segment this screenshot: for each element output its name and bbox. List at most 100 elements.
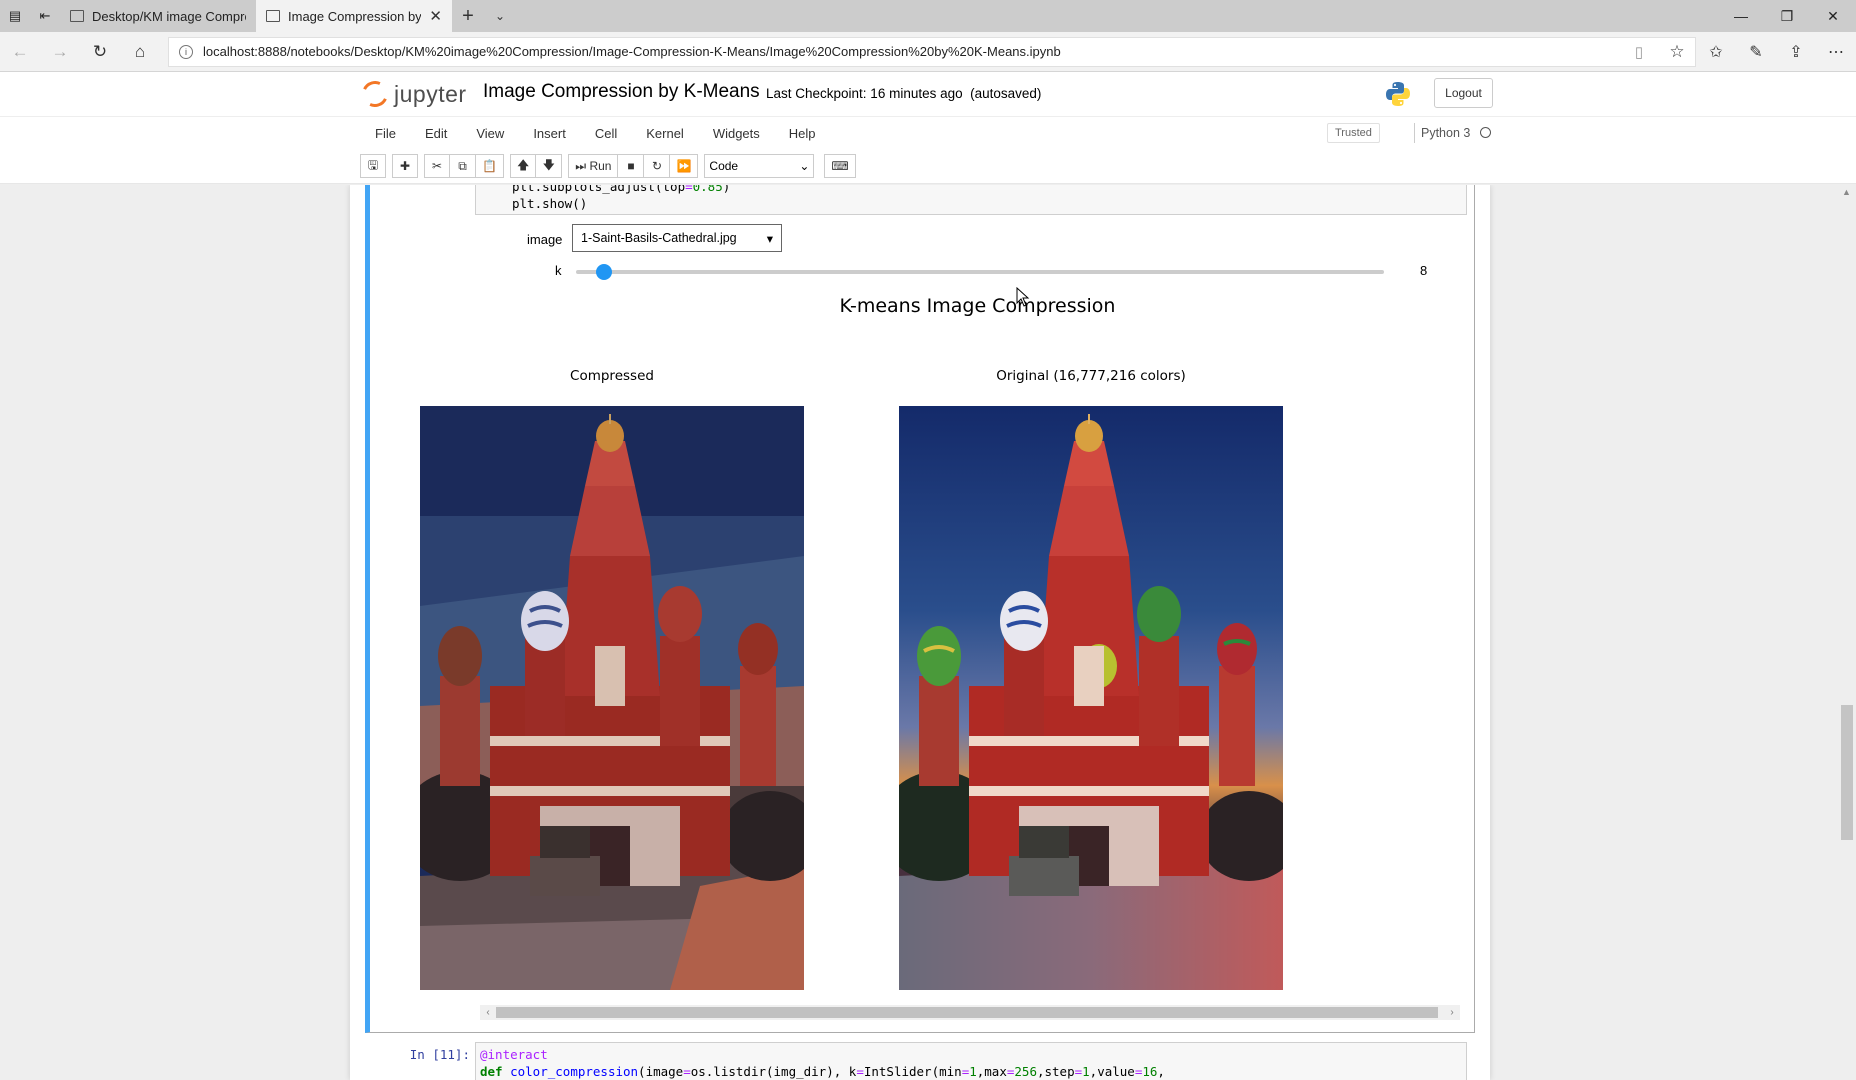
page-vertical-scrollbar[interactable]: ▲ — [1838, 185, 1856, 1080]
image-dropdown[interactable]: 1-Saint-Basils-Cathedral.jpg ▾ — [572, 224, 782, 252]
jupyter-logo-icon — [358, 77, 392, 111]
jupyter-header: jupyter Image Compression by K-Means Las… — [0, 72, 1856, 116]
minimize-icon[interactable]: — — [1718, 0, 1764, 32]
notebook-title[interactable]: Image Compression by K-Means — [483, 81, 760, 103]
refresh-icon[interactable]: ↻ — [80, 32, 120, 72]
notebook-page: plt.subplots_adjust(top=0.85) plt.show()… — [350, 185, 1490, 1080]
save-icon[interactable]: 🖫 — [360, 154, 386, 178]
menu-list: File Edit View Insert Cell Kernel Widget… — [360, 117, 1494, 150]
more-icon[interactable]: ⋯ — [1816, 32, 1856, 72]
output-horizontal-scrollbar[interactable]: ‹ › — [480, 1005, 1460, 1020]
original-image — [899, 406, 1283, 990]
jupyter-menubar: File Edit View Insert Cell Kernel Widget… — [0, 117, 1856, 150]
address-bar-row: ← → ↻ ⌂ i localhost:8888/notebooks/Deskt… — [0, 32, 1856, 72]
home-icon[interactable]: ⌂ — [120, 32, 160, 72]
chevron-down-icon: ▾ — [766, 231, 773, 246]
code-token: color_compression — [510, 1064, 639, 1079]
code-line: @interact — [480, 1047, 548, 1062]
scroll-right-icon[interactable]: › — [1444, 1005, 1460, 1020]
menu-file[interactable]: File — [360, 126, 410, 141]
original-title: Original (16,777,216 colors) — [996, 368, 1186, 384]
scroll-left-icon[interactable]: ‹ — [480, 1005, 496, 1020]
compressed-image — [420, 406, 804, 990]
toolbar-buttons: 🖫 ✚ ✂ ⧉ 📋 🡅 🡇 ⏭ Run ■ ↻ ⏩ Code ⌄ ⌨ — [360, 154, 856, 178]
share-icon[interactable]: ⇪ — [1776, 32, 1816, 72]
jupyter-toolbar: 🖫 ✚ ✂ ⧉ 📋 🡅 🡇 ⏭ Run ■ ↻ ⏩ Code ⌄ ⌨ — [0, 150, 1856, 184]
new-tab-icon[interactable]: + — [452, 0, 484, 32]
vertical-scrollbar-thumb[interactable] — [1841, 705, 1853, 840]
back-icon[interactable]: ← — [0, 32, 40, 72]
restart-icon[interactable]: ↻ — [644, 154, 671, 178]
checkpoint-status: Last Checkpoint: 16 minutes ago (autosav… — [766, 86, 1041, 101]
cell-type-select[interactable]: Code ⌄ — [704, 154, 815, 178]
menu-kernel[interactable]: Kernel — [631, 126, 698, 141]
trusted-badge[interactable]: Trusted — [1327, 123, 1380, 143]
set-aside-tabs-icon[interactable]: ⇤ — [30, 0, 60, 32]
restore-icon[interactable]: ❐ — [1764, 0, 1810, 32]
notebook-area: plt.subplots_adjust(top=0.85) plt.show()… — [0, 185, 1856, 1080]
mouse-pointer-icon — [1016, 287, 1030, 307]
jupyter-logo[interactable]: jupyter — [358, 77, 467, 111]
menu-help[interactable]: Help — [774, 126, 830, 141]
original-cathedral-image — [899, 406, 1283, 990]
code-cell-tail[interactable]: plt.subplots_adjust(top=0.85) plt.show() — [475, 185, 1467, 215]
close-tab-icon[interactable]: ✕ — [429, 7, 442, 25]
chevron-down-icon[interactable]: ⌄ — [484, 0, 516, 32]
menu-insert[interactable]: Insert — [518, 126, 580, 141]
code-token: os.listdir(img_dir), k — [690, 1064, 857, 1079]
code-token: IntSlider(min — [863, 1064, 962, 1079]
run-label: Run — [589, 159, 612, 173]
close-window-icon[interactable]: ✕ — [1810, 0, 1856, 32]
paste-icon[interactable]: 📋 — [476, 154, 504, 178]
menu-edit[interactable]: Edit — [410, 126, 461, 141]
code-token: (image — [638, 1064, 684, 1079]
code-token: ,max — [976, 1064, 1007, 1079]
code-line: def color_compression(image = os.listdir(i… — [480, 1063, 1466, 1080]
browser-tab-2[interactable]: Image Compression by ✕ — [256, 0, 452, 32]
kernel-name[interactable]: Python 3 — [1414, 123, 1470, 143]
code-token: = — [1074, 1064, 1083, 1079]
compressed-title: Compressed — [570, 368, 654, 384]
command-palette-keyboard-icon[interactable]: ⌨ — [824, 154, 856, 178]
scroll-up-icon[interactable]: ▲ — [1842, 187, 1851, 197]
input-prompt: In [11]: — [409, 1047, 470, 1062]
checkpoint-text: Last Checkpoint: 16 minutes ago — [766, 86, 963, 101]
move-up-icon[interactable]: 🡅 — [509, 154, 537, 178]
tab-actions-icon[interactable]: ▤ — [0, 0, 30, 32]
favorites-icon[interactable]: ✩ — [1696, 32, 1736, 72]
move-down-icon[interactable]: 🡇 — [536, 154, 563, 178]
browser-tab-1[interactable]: Desktop/KM image Compre — [60, 0, 256, 32]
restart-run-all-icon[interactable]: ⏩ — [670, 154, 699, 178]
info-icon[interactable]: i — [179, 44, 193, 59]
run-button[interactable]: ⏭ Run — [568, 154, 619, 178]
logout-button[interactable]: Logout — [1434, 78, 1493, 108]
url-field[interactable]: i localhost:8888/notebooks/Desktop/KM%20… — [168, 36, 1696, 67]
next-code-cell[interactable]: @interact def color_compression(image = os… — [475, 1042, 1467, 1080]
tab-title: Image Compression by — [288, 8, 422, 24]
menu-view[interactable]: View — [461, 126, 518, 141]
menu-cell[interactable]: Cell — [580, 126, 631, 141]
run-icon: ⏭ — [575, 158, 587, 173]
horizontal-scrollbar-thumb[interactable] — [496, 1007, 1438, 1018]
menu-widgets[interactable]: Widgets — [698, 126, 774, 141]
copy-icon[interactable]: ⧉ — [450, 154, 476, 178]
interrupt-icon[interactable]: ■ — [618, 154, 645, 178]
code-token: ,value — [1089, 1064, 1135, 1079]
page-icon — [70, 10, 84, 22]
notes-pen-icon[interactable]: ✎ — [1736, 32, 1776, 72]
page-icon — [266, 10, 280, 22]
url-text: localhost:8888/notebooks/Desktop/KM%20im… — [203, 44, 1061, 59]
k-slider-value: 8 — [1420, 263, 1428, 278]
insert-cell-icon[interactable]: ✚ — [392, 154, 418, 178]
k-slider-track[interactable] — [576, 270, 1384, 274]
compressed-cathedral-image — [420, 406, 804, 990]
cut-icon[interactable]: ✂ — [424, 154, 450, 178]
code-token: 16 — [1142, 1064, 1158, 1079]
code-token: def — [480, 1064, 503, 1079]
forward-icon[interactable]: → — [40, 32, 80, 72]
python-logo-icon — [1386, 82, 1410, 106]
favorite-star-icon[interactable]: ☆ — [1659, 42, 1695, 62]
code-line: plt.subplots_adjust(top=0.85) — [512, 185, 731, 194]
reading-view-icon[interactable]: ▯ — [1619, 43, 1659, 61]
